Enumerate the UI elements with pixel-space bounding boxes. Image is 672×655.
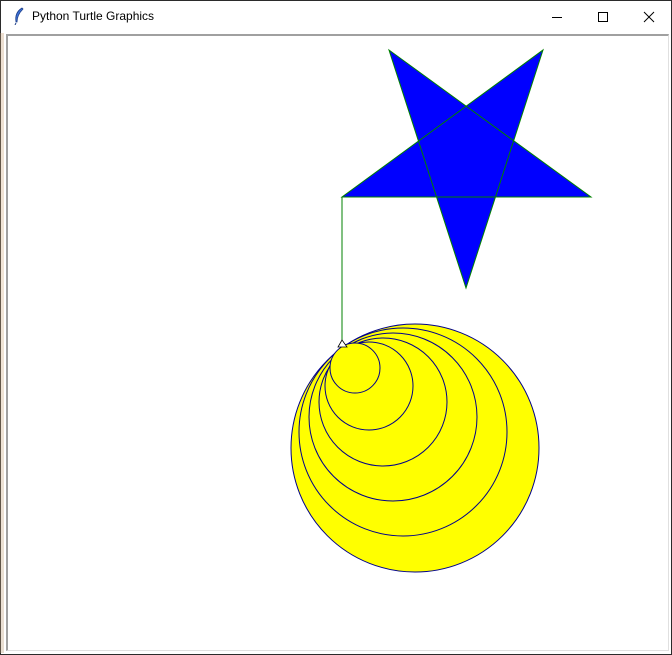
maximize-icon (598, 12, 608, 22)
arrow-cursor-icon (337, 339, 348, 348)
maximize-button[interactable] (580, 1, 626, 33)
star-shape (340, 48, 593, 290)
close-icon (643, 11, 655, 23)
turtle-canvas-area[interactable] (6, 34, 669, 651)
window-title: Python Turtle Graphics (32, 9, 155, 23)
close-button[interactable] (626, 1, 672, 33)
minimize-icon (552, 17, 562, 18)
minimize-button[interactable] (534, 1, 580, 33)
turtle-drawing (290, 48, 593, 573)
background-edge (0, 33, 4, 653)
turtle-window: Python Turtle Graphics (0, 0, 672, 655)
title-bar[interactable]: Python Turtle Graphics (1, 1, 671, 33)
feather-icon (14, 7, 24, 25)
circle-shape-6 (329, 342, 381, 394)
